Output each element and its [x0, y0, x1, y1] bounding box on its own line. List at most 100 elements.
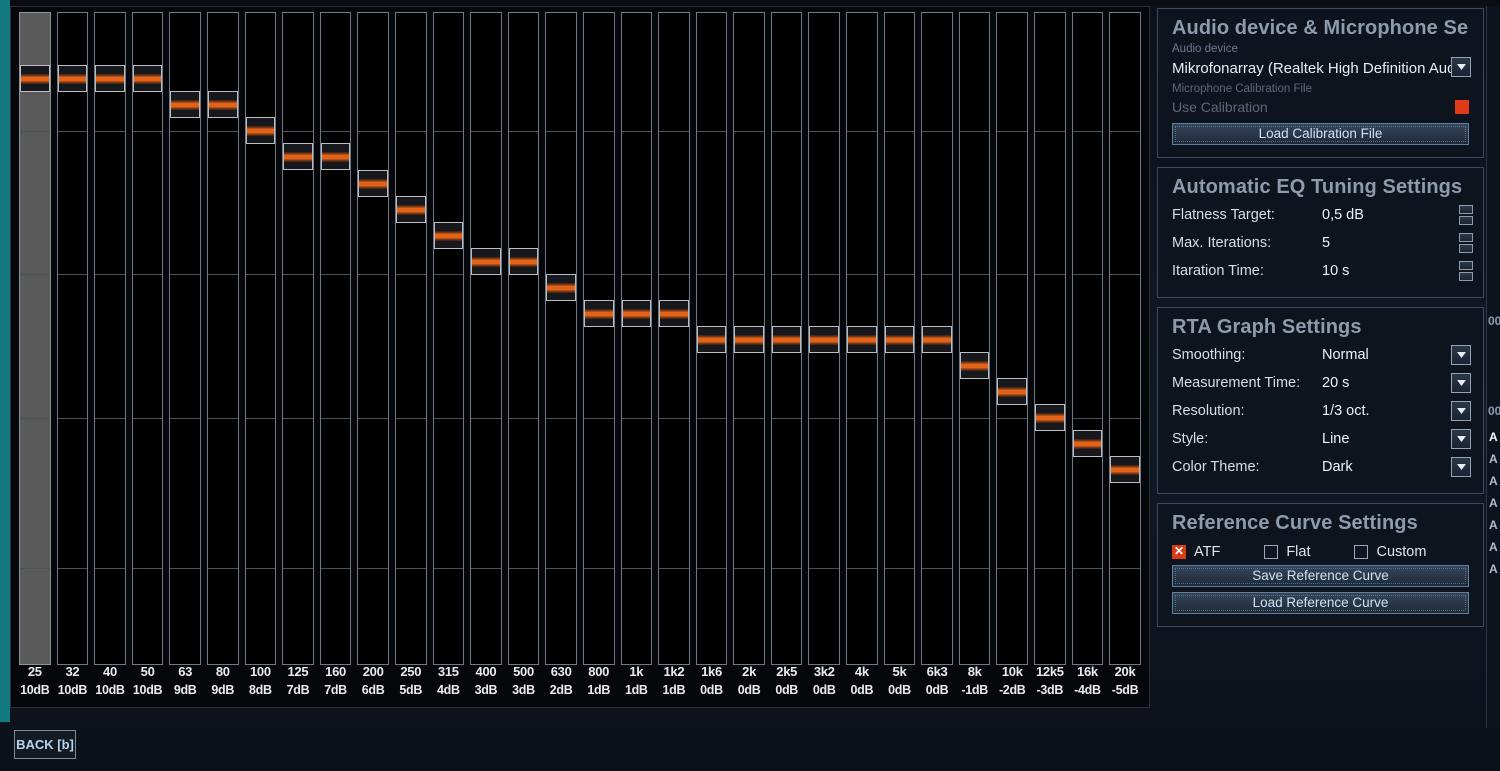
eq-band-20k[interactable]: [1106, 12, 1144, 665]
eq-band-track[interactable]: [958, 12, 991, 665]
eq-band-handle[interactable]: [959, 352, 990, 379]
chevron-down-icon[interactable]: [1451, 429, 1471, 449]
eq-band-handle[interactable]: [320, 143, 351, 170]
chevron-down-icon[interactable]: [1451, 373, 1471, 393]
eq-band-63[interactable]: [166, 12, 204, 665]
eq-band-handle[interactable]: [358, 170, 388, 197]
eq-band-handle[interactable]: [583, 300, 614, 327]
eq-band-track[interactable]: [921, 12, 953, 665]
background-sliver-item[interactable]: A: [1487, 558, 1500, 580]
eq-band-track[interactable]: [808, 12, 841, 665]
eq-band-8k[interactable]: [956, 12, 994, 665]
eq-band-80[interactable]: [204, 12, 242, 665]
eq-band-handle[interactable]: [1072, 430, 1103, 457]
eq-band-32[interactable]: [54, 12, 92, 665]
eq-band-handle[interactable]: [20, 65, 50, 92]
eq-band-track[interactable]: [394, 12, 427, 665]
eq-band-handle[interactable]: [433, 222, 464, 249]
eq-band-track[interactable]: [695, 12, 728, 665]
eq-band-2k[interactable]: [730, 12, 768, 665]
eq-band-track[interactable]: [1034, 12, 1066, 665]
eq-band-6k3[interactable]: [918, 12, 956, 665]
eq-band-handle[interactable]: [207, 91, 238, 118]
eq-band-track[interactable]: [357, 12, 389, 665]
eq-band-track[interactable]: [94, 12, 126, 665]
eq-band-5k[interactable]: [881, 12, 919, 665]
eq-band-2k5[interactable]: [768, 12, 806, 665]
eq-band-track[interactable]: [56, 12, 89, 665]
stepper-control[interactable]: [1459, 233, 1475, 253]
eq-band-200[interactable]: [354, 12, 392, 665]
eq-band-track[interactable]: [620, 12, 653, 665]
save-reference-curve-button[interactable]: Save Reference Curve: [1172, 565, 1469, 587]
use-calibration-row[interactable]: Use Calibration: [1172, 96, 1469, 118]
eq-band-handle[interactable]: [170, 91, 200, 118]
eq-band-track[interactable]: [319, 12, 352, 665]
eq-band-track[interactable]: [507, 12, 540, 665]
eq-band-125[interactable]: [279, 12, 317, 665]
reference-option-custom[interactable]: Custom: [1354, 544, 1426, 560]
use-calibration-status-indicator[interactable]: [1455, 100, 1469, 114]
eq-band-25[interactable]: [16, 12, 54, 665]
background-window-sliver[interactable]: 0000AAAAAAA: [1486, 6, 1500, 728]
eq-band-handle[interactable]: [546, 274, 576, 301]
eq-band-track[interactable]: [244, 12, 277, 665]
eq-band-track[interactable]: [770, 12, 803, 665]
eq-band-16k[interactable]: [1069, 12, 1107, 665]
stepper-control[interactable]: [1459, 261, 1475, 281]
eq-band-handle[interactable]: [132, 65, 163, 92]
eq-band-track[interactable]: [582, 12, 615, 665]
eq-band-handle[interactable]: [847, 326, 877, 353]
load-reference-curve-button[interactable]: Load Reference Curve: [1172, 592, 1469, 614]
eq-band-track[interactable]: [131, 12, 164, 665]
background-sliver-item[interactable]: A: [1487, 426, 1500, 448]
eq-band-track[interactable]: [1071, 12, 1104, 665]
eq-band-track[interactable]: [169, 12, 201, 665]
background-sliver-item[interactable]: A: [1487, 536, 1500, 558]
eq-band-4k[interactable]: [843, 12, 881, 665]
eq-band-handle[interactable]: [245, 117, 276, 144]
back-button[interactable]: BACK [b]: [14, 730, 76, 759]
stepper-down-icon[interactable]: [1459, 216, 1473, 225]
eq-band-track[interactable]: [996, 12, 1029, 665]
chevron-down-icon[interactable]: [1451, 345, 1471, 365]
eq-band-160[interactable]: [317, 12, 355, 665]
checkbox-custom[interactable]: [1354, 545, 1369, 559]
eq-band-track[interactable]: [658, 12, 690, 665]
eq-band-track[interactable]: [282, 12, 314, 665]
eq-band-500[interactable]: [505, 12, 543, 665]
eq-band-track[interactable]: [206, 12, 239, 665]
background-sliver-item[interactable]: A: [1487, 470, 1500, 492]
eq-band-track[interactable]: [545, 12, 577, 665]
reference-option-atf[interactable]: ATF: [1172, 544, 1220, 560]
eq-band-handle[interactable]: [997, 378, 1028, 405]
stepper-down-icon[interactable]: [1459, 272, 1473, 281]
equalizer-band-list[interactable]: [16, 12, 1144, 665]
eq-band-handle[interactable]: [696, 326, 727, 353]
eq-band-handle[interactable]: [884, 326, 915, 353]
eq-band-40[interactable]: [91, 12, 129, 665]
eq-band-handle[interactable]: [95, 65, 125, 92]
stepper-control[interactable]: [1459, 205, 1475, 225]
eq-band-handle[interactable]: [922, 326, 952, 353]
stepper-down-icon[interactable]: [1459, 244, 1473, 253]
eq-band-630[interactable]: [542, 12, 580, 665]
stepper-up-icon[interactable]: [1459, 233, 1473, 242]
eq-band-1k6[interactable]: [693, 12, 731, 665]
eq-band-handle[interactable]: [771, 326, 802, 353]
background-sliver-item[interactable]: A: [1487, 448, 1500, 470]
eq-band-handle[interactable]: [1110, 456, 1140, 483]
eq-band-track[interactable]: [846, 12, 878, 665]
background-sliver-item[interactable]: A: [1487, 514, 1500, 536]
stepper-up-icon[interactable]: [1459, 205, 1473, 214]
eq-band-track[interactable]: [470, 12, 502, 665]
chevron-down-icon[interactable]: [1451, 401, 1471, 421]
eq-band-50[interactable]: [129, 12, 167, 665]
eq-band-track[interactable]: [883, 12, 916, 665]
stepper-up-icon[interactable]: [1459, 261, 1473, 270]
eq-band-250[interactable]: [392, 12, 430, 665]
eq-band-handle[interactable]: [734, 326, 764, 353]
eq-band-handle[interactable]: [395, 196, 426, 223]
eq-band-track[interactable]: [19, 12, 51, 665]
checkbox-flat[interactable]: [1264, 545, 1279, 559]
